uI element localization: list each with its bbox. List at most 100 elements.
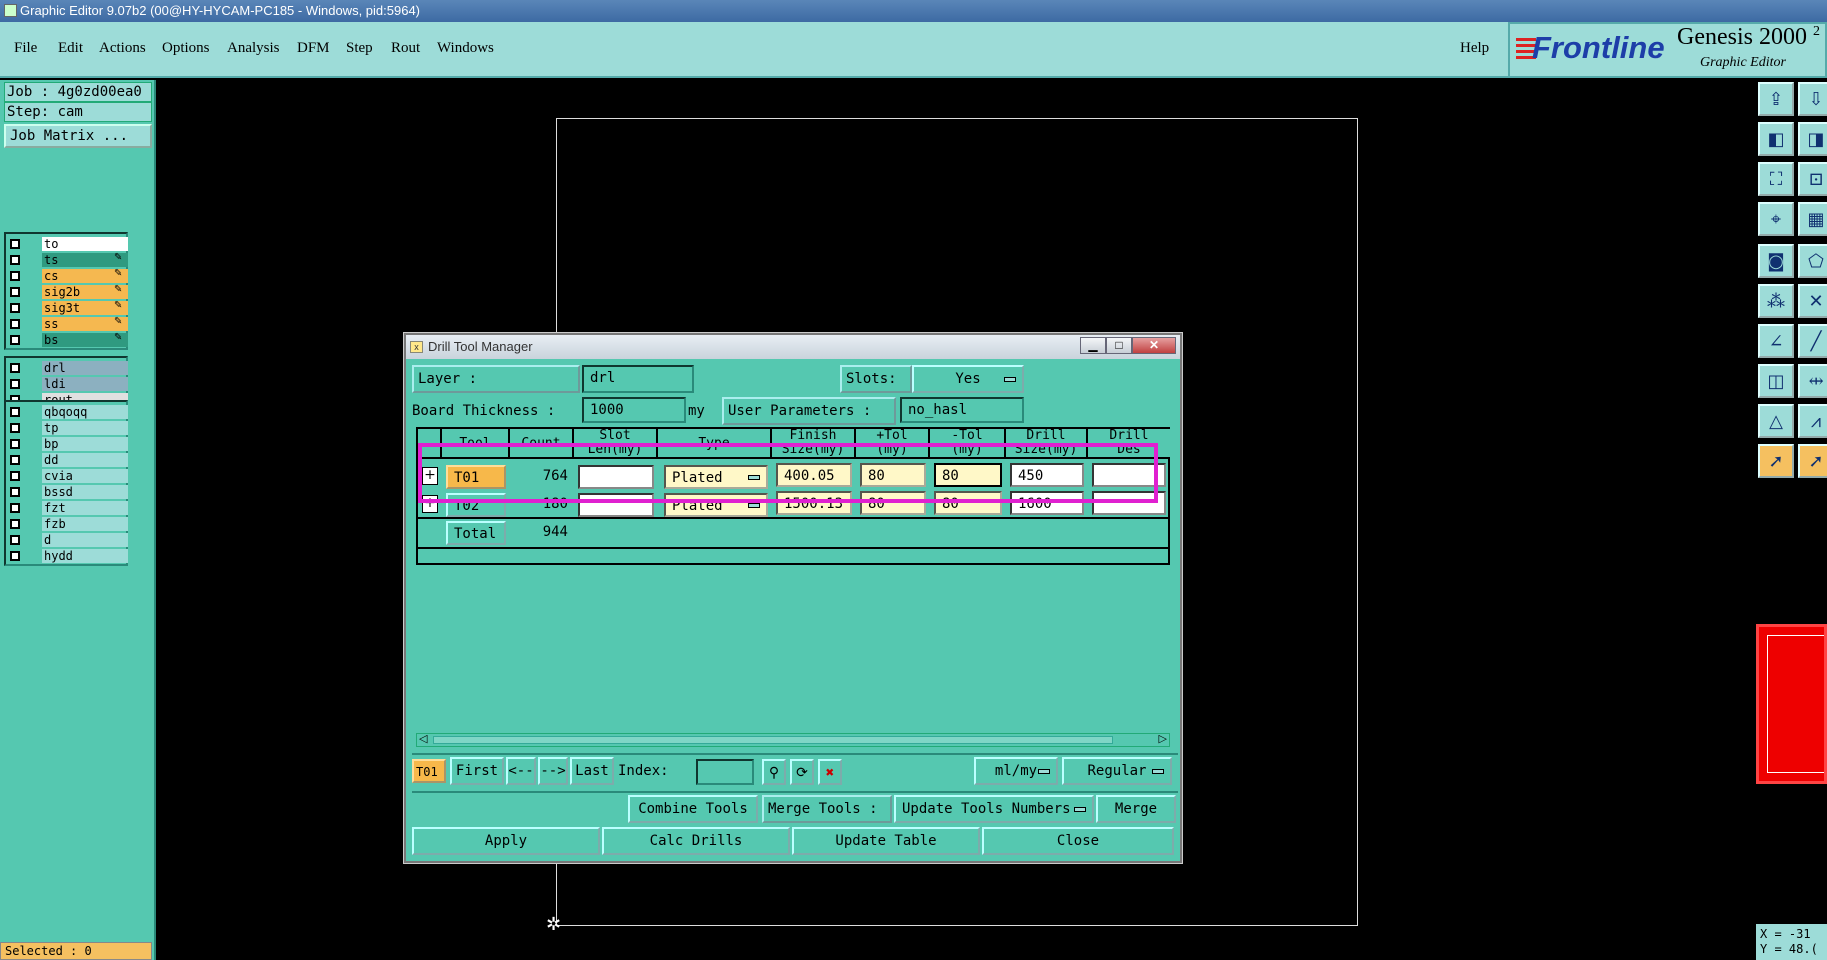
layer-row-ss[interactable]: ss ✎ [6, 316, 128, 332]
select-icon[interactable]: ◙ [1758, 244, 1794, 278]
layer-row-drl[interactable]: drl [6, 360, 128, 376]
layer-name[interactable]: dd [42, 453, 128, 467]
layer-checkbox[interactable] [10, 519, 20, 529]
menu-analysis[interactable]: Analysis [227, 40, 280, 57]
layer-name[interactable]: hydd [42, 549, 128, 563]
snap-icon[interactable]: ⌖ [1758, 202, 1794, 236]
job-matrix-button[interactable]: Job Matrix ... [4, 124, 152, 148]
zoom-fit-icon[interactable]: ⛶ [1758, 162, 1794, 196]
polygon-icon[interactable]: ⬠ [1798, 244, 1827, 278]
layer-checkbox[interactable] [10, 363, 20, 373]
layer-row-dd[interactable]: dd [6, 452, 128, 468]
export-icon[interactable]: ⇪ [1758, 82, 1794, 116]
index-field[interactable] [696, 759, 754, 785]
layer-row-qbqoqq[interactable]: qbqoqq [6, 404, 128, 420]
close-button[interactable]: Close [982, 827, 1174, 855]
layer-checkbox[interactable] [10, 503, 20, 513]
measure-icon[interactable]: ⇹ [1798, 364, 1827, 398]
layer-name[interactable]: tp [42, 421, 128, 435]
layer-row-ldi[interactable]: ldi [6, 376, 128, 392]
pan-left-icon[interactable]: ◧ [1758, 122, 1794, 156]
angle-icon[interactable]: ∠ [1758, 324, 1794, 358]
combine-tools-button[interactable]: Combine Tools [628, 795, 758, 823]
layer-checkbox[interactable] [10, 239, 20, 249]
layer-name[interactable]: cvia [42, 469, 128, 483]
pan-right-icon[interactable]: ◨ [1798, 122, 1827, 156]
layer-name[interactable]: qbqoqq [42, 405, 128, 419]
update-table-button[interactable]: Update Table [792, 827, 980, 855]
layer-row-fzb[interactable]: fzb [6, 516, 128, 532]
scroll-thumb[interactable] [433, 736, 1113, 744]
layer-checkbox[interactable] [10, 407, 20, 417]
layer-checkbox[interactable] [10, 439, 20, 449]
layer-row-tp[interactable]: tp [6, 420, 128, 436]
scroll-right-icon[interactable]: ▷ [1159, 732, 1167, 745]
layer-row-bp[interactable]: bp [6, 436, 128, 452]
layer-row-ts[interactable]: ts ✎ [6, 252, 128, 268]
layer-row-cs[interactable]: cs ✎ [6, 268, 128, 284]
triangle-icon[interactable]: △ [1758, 404, 1794, 438]
menu-rout[interactable]: Rout [391, 40, 420, 57]
layer-row-bssd[interactable]: bssd [6, 484, 128, 500]
merge-button[interactable]: Merge [1096, 795, 1176, 823]
close-window-icon[interactable]: ✕ [1132, 337, 1176, 354]
layer-row-to[interactable]: to [6, 236, 128, 252]
menu-help[interactable]: Help [1460, 40, 1489, 57]
table-horizontal-scrollbar[interactable]: ◁ ▷ [416, 732, 1170, 747]
scroll-left-icon[interactable]: ◁ [419, 732, 427, 745]
layer-name[interactable]: d [42, 533, 128, 547]
board-thickness-field[interactable]: 1000 [582, 397, 686, 423]
zoom-area-icon[interactable]: ⊡ [1798, 162, 1827, 196]
menu-windows[interactable]: Windows [437, 40, 494, 57]
user-parameters-field[interactable]: no_hasl [900, 397, 1024, 423]
layer-name[interactable]: fzb [42, 517, 128, 531]
menu-actions[interactable]: Actions [99, 40, 146, 57]
layer-checkbox[interactable] [10, 471, 20, 481]
layer-row-bs[interactable]: bs ✎ [6, 332, 128, 348]
apply-button[interactable]: Apply [412, 827, 600, 855]
layer-checkbox[interactable] [10, 287, 20, 297]
layer-checkbox[interactable] [10, 423, 20, 433]
layer-checkbox[interactable] [10, 379, 20, 389]
cross-icon[interactable]: ✕ [1798, 284, 1827, 318]
last-button[interactable]: Last [570, 757, 614, 785]
layer-checkbox[interactable] [10, 271, 20, 281]
menu-step[interactable]: Step [346, 40, 373, 57]
connect-icon[interactable]: ⁂ [1758, 284, 1794, 318]
maximize-icon[interactable]: □ [1106, 337, 1132, 354]
import-icon[interactable]: ⇩ [1798, 82, 1827, 116]
slots-dropdown[interactable]: Yes [912, 365, 1024, 393]
layer-row-d[interactable]: d [6, 532, 128, 548]
minimize-icon[interactable]: ▁ [1080, 337, 1106, 354]
calc-drills-button[interactable]: Calc Drills [602, 827, 790, 855]
update-tools-numbers-dropdown[interactable]: Update Tools Numbers [894, 795, 1094, 823]
layer-checkbox[interactable] [10, 551, 20, 561]
clear-icon[interactable]: ✖ [818, 759, 842, 785]
layer-name[interactable]: ldi [42, 377, 128, 391]
layer-row-hydd[interactable]: hydd [6, 548, 128, 564]
prev-button[interactable]: <-- [506, 757, 536, 785]
pointer-alt-icon[interactable]: ➚ [1798, 444, 1827, 478]
layer-checkbox[interactable] [10, 487, 20, 497]
next-button[interactable]: --> [538, 757, 568, 785]
layer-checkbox[interactable] [10, 303, 20, 313]
layer-checkbox[interactable] [10, 455, 20, 465]
first-button[interactable]: First [450, 757, 504, 785]
layer-name[interactable]: fzt [42, 501, 128, 515]
menu-options[interactable]: Options [162, 40, 210, 57]
layer-name[interactable]: bp [42, 437, 128, 451]
mode-dropdown[interactable]: Regular [1062, 757, 1172, 785]
layer-row-cvia[interactable]: cvia [6, 468, 128, 484]
layer-row-sig3t[interactable]: sig3t ✎ [6, 300, 128, 316]
layer-row-fzt[interactable]: fzt [6, 500, 128, 516]
layer-row-sig2b[interactable]: sig2b ✎ [6, 284, 128, 300]
grid-icon[interactable]: ▦ [1798, 202, 1827, 236]
shape-icon[interactable]: ⩘ [1798, 404, 1827, 438]
pointer-icon[interactable]: ➚ [1758, 444, 1794, 478]
layer-name[interactable]: drl [42, 361, 128, 375]
layer-name[interactable]: bssd [42, 485, 128, 499]
refresh-icon[interactable]: ⟳ [790, 759, 814, 785]
layer-field[interactable]: drl [582, 365, 694, 393]
layer-checkbox[interactable] [10, 319, 20, 329]
search-icon[interactable]: ⚲ [762, 759, 786, 785]
